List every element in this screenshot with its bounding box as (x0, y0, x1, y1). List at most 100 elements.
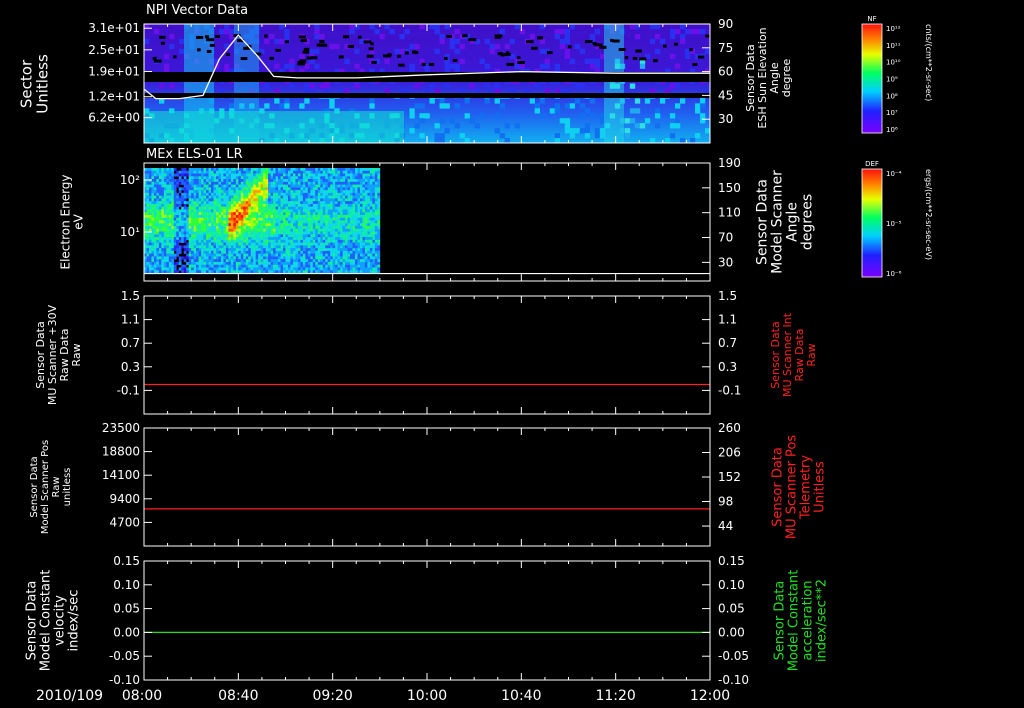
els-heatmap-cell (355, 187, 358, 191)
els-heatmap-cell (245, 237, 249, 241)
els-heatmap-cell (188, 214, 192, 219)
els-heatmap-cell (248, 226, 252, 230)
npi-heatmap-cell (344, 58, 350, 64)
els-heatmap-cell (280, 253, 284, 257)
els-heatmap-cell (342, 267, 346, 271)
els-heatmap-cell (146, 223, 150, 227)
els-heatmap-cell (374, 259, 378, 263)
els-heatmap-cell (151, 250, 155, 254)
els-heatmap-cell (307, 170, 311, 174)
els-heatmap-cell (253, 201, 257, 205)
els-heatmap-cell (325, 250, 329, 254)
els-heatmap-cell (374, 184, 378, 188)
els-heatmap-cell (220, 261, 224, 266)
els-heatmap-cell (243, 223, 247, 227)
els-heatmap-cell (337, 223, 341, 227)
els-heatmap-cell (337, 170, 341, 174)
els-heatmap-cell (168, 259, 172, 263)
els-heatmap-cell (253, 179, 257, 183)
npi-heatmap-cell (264, 83, 270, 89)
els-heatmap-cell (243, 245, 247, 249)
els-colorbar (861, 168, 883, 278)
els-heatmap-cell (203, 270, 207, 274)
els-heatmap-cell (223, 181, 227, 185)
els-heatmap-cell (317, 198, 321, 202)
npi-heatmap-cell (624, 128, 631, 134)
npi-heatmap-cell (669, 33, 676, 40)
els-heatmap-cell (367, 250, 371, 254)
els-ylabel-right-line: degrees (799, 194, 815, 250)
els-heatmap-cell (369, 187, 373, 191)
els-heatmap-cell (347, 264, 351, 268)
els-heatmap-cell (362, 209, 366, 213)
els-heatmap-cell (243, 192, 247, 196)
els-heatmap-cell (263, 217, 266, 221)
els-heatmap-cell (310, 226, 314, 230)
els-heatmap-cell (369, 226, 373, 230)
els-heatmap-cell (369, 201, 373, 205)
els-heatmap-cell (203, 209, 207, 213)
npi-heatmap-gap-cell (153, 59, 162, 63)
els-heatmap-cell (198, 267, 202, 271)
npi-heatmap-cell (409, 128, 415, 134)
els-heatmap-cell (151, 173, 155, 177)
els-heatmap-cell (220, 220, 224, 224)
els-heatmap-cell (168, 181, 172, 185)
els-heatmap-cell (163, 234, 167, 238)
els-heatmap-cell (367, 231, 371, 235)
els-heatmap-cell (203, 234, 207, 238)
els-heatmap-cell (206, 245, 209, 249)
els-heatmap-cell (171, 203, 175, 207)
els-heatmap-cell (230, 195, 234, 199)
els-heatmap-cell (330, 245, 333, 249)
els-heatmap-cell (377, 179, 381, 183)
els-heatmap-cell (153, 267, 157, 271)
els-heatmap-cell (320, 270, 324, 274)
els-heatmap-cell (245, 239, 249, 243)
els-heatmap-cell (230, 270, 234, 274)
els-heatmap-cell (176, 179, 180, 183)
scanner-voltage-ylabel-left-line: Raw (70, 343, 83, 366)
els-heatmap-cell (280, 190, 284, 194)
els-heatmap-cell (228, 184, 232, 188)
els-heatmap-cell (211, 223, 214, 227)
els-heatmap-cell (285, 239, 289, 243)
els-heatmap-cell (208, 237, 212, 241)
els-heatmap-cell (151, 239, 155, 243)
npi-heatmap-cell (319, 33, 325, 40)
els-heatmap-cell (364, 203, 368, 207)
els-heatmap-cell (198, 223, 202, 227)
els-heatmap-cell (196, 267, 199, 271)
els-heatmap-cell (208, 220, 212, 224)
els-heatmap-cell (325, 179, 329, 183)
els-heatmap-cell (253, 242, 257, 246)
els-heatmap-cell (377, 181, 381, 185)
els-heatmap-cell (265, 173, 269, 177)
els-heatmap-cell (213, 179, 217, 183)
els-heatmap-cell (362, 245, 366, 249)
els-heatmap-cell (357, 209, 361, 213)
els-heatmap-cell (203, 256, 207, 260)
els-heatmap-cell (153, 220, 157, 224)
els-heatmap-cell (347, 168, 351, 172)
els-heatmap-cell (146, 187, 150, 191)
els-heatmap-cell (220, 253, 224, 257)
els-heatmap-cell (285, 173, 289, 177)
els-heatmap-cell (255, 206, 259, 210)
els-heatmap-cell (161, 253, 165, 257)
els-heatmap-cell (265, 234, 269, 238)
els-heatmap-cell (362, 187, 366, 191)
els-heatmap-cell (305, 248, 309, 252)
els-heatmap-cell (310, 214, 314, 219)
scanner-voltage-y-tick-label-right: 1.5 (718, 289, 737, 303)
els-heatmap-cell (230, 173, 234, 177)
els-heatmap-cell (362, 239, 366, 243)
els-heatmap-cell (340, 190, 343, 194)
els-heatmap-cell (312, 245, 316, 249)
els-heatmap-cell (275, 195, 279, 199)
els-heatmap-cell (352, 217, 356, 221)
els-heatmap-cell (315, 245, 319, 249)
els-heatmap-cell (337, 181, 341, 185)
els-heatmap-cell (206, 176, 209, 180)
els-heatmap-cell (203, 187, 207, 191)
